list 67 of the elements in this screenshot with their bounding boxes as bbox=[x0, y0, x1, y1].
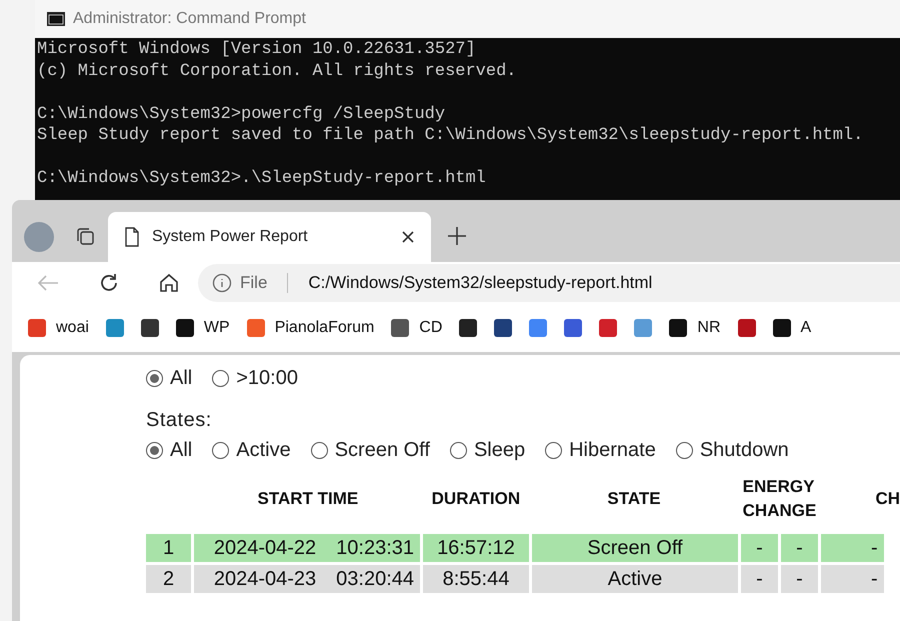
radio-button[interactable] bbox=[545, 442, 562, 458]
table-cell: - bbox=[741, 565, 778, 593]
radio-label[interactable]: Hibernate bbox=[569, 435, 656, 465]
browser-tab[interactable]: System Power Report bbox=[108, 212, 431, 262]
table-cell: Active bbox=[532, 565, 738, 593]
column-header[interactable]: START TIME bbox=[257, 487, 358, 511]
radio-button[interactable] bbox=[212, 370, 230, 386]
close-icon[interactable] bbox=[401, 230, 415, 244]
row-number: 1 bbox=[146, 534, 191, 562]
table-cell: 2024-04-22 10:23:31 bbox=[194, 534, 420, 562]
bookmark-icon[interactable] bbox=[140, 319, 159, 337]
console-line: (c) Microsoft Corporation. All rights reserved. bbox=[37, 60, 518, 82]
bookmark-link[interactable]: A bbox=[800, 316, 812, 340]
bookmark-icon[interactable] bbox=[176, 319, 194, 337]
new-tab-icon[interactable] bbox=[447, 226, 467, 246]
table-cell: - bbox=[821, 534, 884, 562]
console-line: C:\Windows\System32>.\SleepStudy-report.html bbox=[37, 168, 487, 190]
table-cell: 16:57:12 bbox=[423, 534, 529, 562]
radio-label[interactable]: Shutdown bbox=[700, 435, 789, 465]
reload-icon[interactable] bbox=[98, 272, 120, 294]
radio-button[interactable] bbox=[450, 442, 467, 458]
url-text: C:/Windows/System32/sleepstudy-report.html bbox=[308, 272, 652, 294]
bookmark-icon[interactable] bbox=[772, 319, 791, 337]
console-line: C:\Windows\System32>powercfg /SleepStudy bbox=[37, 104, 446, 125]
states-label: States: bbox=[146, 408, 213, 433]
bookmark-link[interactable]: CD bbox=[419, 316, 442, 340]
page-icon bbox=[124, 227, 140, 247]
tab-title: System Power Report bbox=[152, 227, 309, 247]
radio-button[interactable] bbox=[146, 370, 163, 386]
radio-label[interactable]: All bbox=[170, 363, 192, 393]
bookmark-link[interactable]: PianolaForum bbox=[274, 316, 374, 340]
radio-label[interactable]: >10:00 bbox=[236, 363, 298, 393]
bookmark-icon[interactable] bbox=[391, 319, 410, 337]
window-title: Administrator: Command Prompt bbox=[73, 9, 306, 29]
info-icon[interactable] bbox=[212, 273, 232, 293]
column-header[interactable]: CH bbox=[875, 487, 900, 511]
table-cell: - bbox=[741, 534, 778, 562]
bookmark-link[interactable]: woai bbox=[56, 316, 89, 340]
table-cell: - bbox=[781, 534, 818, 562]
bookmark-link[interactable]: NR bbox=[697, 316, 721, 340]
table-cell: 8:55:44 bbox=[423, 565, 529, 593]
radio-label[interactable]: Sleep bbox=[474, 435, 526, 465]
radio-label[interactable]: Screen Off bbox=[334, 435, 430, 465]
home-icon[interactable] bbox=[158, 272, 180, 294]
row-number: 2 bbox=[146, 565, 191, 593]
console-line: Sleep Study report saved to file path C:\Windows\System32\sleepstudy-report.html. bbox=[37, 125, 864, 146]
bookmark-icon[interactable] bbox=[738, 319, 756, 337]
bookmark-link[interactable]: WP bbox=[204, 316, 230, 340]
column-header[interactable]: DURATION bbox=[432, 487, 520, 511]
radio-button[interactable] bbox=[212, 442, 230, 458]
radio-button[interactable] bbox=[676, 442, 693, 458]
radio-button[interactable] bbox=[146, 442, 163, 458]
table-cell: - bbox=[821, 565, 884, 593]
console-line: Microsoft Windows [Version 10.0.22631.3527] bbox=[37, 39, 477, 60]
radio-label[interactable]: Active bbox=[236, 435, 291, 465]
bookmark-icon[interactable] bbox=[459, 319, 478, 337]
table-cell: Screen Off bbox=[532, 534, 738, 562]
bookmark-icon[interactable] bbox=[494, 319, 512, 337]
radio-button[interactable] bbox=[310, 442, 328, 458]
radio-label[interactable]: All bbox=[170, 435, 192, 465]
column-header[interactable]: STATE bbox=[607, 487, 661, 511]
table-cell: 2024-04-23 03:20:44 bbox=[194, 565, 420, 593]
table-cell: - bbox=[781, 565, 818, 593]
bookmark-icon[interactable] bbox=[669, 319, 688, 337]
address-bar[interactable]: File C:/Windows/System32/sleepstudy-report.html bbox=[198, 264, 900, 302]
terminal-icon bbox=[47, 12, 65, 26]
scheme-label: File bbox=[240, 272, 268, 294]
